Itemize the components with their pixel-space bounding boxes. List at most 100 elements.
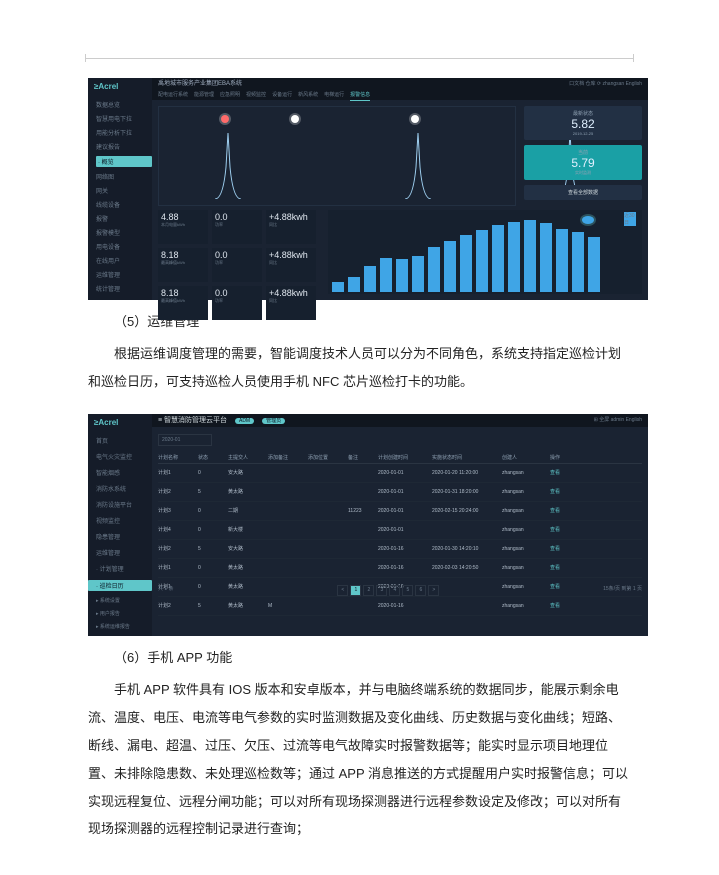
bar-chart: 近30日 [328, 210, 642, 294]
cell: 2020-01-31 18:20:00 [432, 489, 498, 495]
cell: 5 [198, 603, 224, 609]
page-button[interactable]: 3 [376, 585, 387, 596]
tab[interactable]: 电梯运行 [324, 90, 344, 100]
cell: 安大路 [228, 545, 264, 552]
bar [492, 225, 504, 292]
kpi-grid: 4.88本月电量kWh0.0功率+4.88kwh同比8.18最高峰值kWh0.0… [158, 210, 316, 320]
top-tabs: 配电运行系统能源管理应急照明视频监控设备运行新风系统电梯运行报警信息 [152, 90, 648, 100]
sidebar-item[interactable]: 用电设备 [96, 242, 152, 251]
cell: 5 [198, 489, 224, 495]
cell: 2020-01-16 [378, 565, 428, 571]
header-user-area[interactable]: ⊞ 全屏 admin English [594, 414, 642, 427]
cell: 2020-01-16 [378, 546, 428, 552]
cell: 0 [198, 508, 224, 514]
page-button[interactable]: > [428, 585, 439, 596]
tab[interactable]: 配电运行系统 [158, 90, 188, 100]
page-button[interactable]: < [337, 585, 348, 596]
section-6-body: 手机 APP 软件具有 IOS 版本和安卓版本，并与电脑终端系统的数据同步，能展… [88, 676, 631, 844]
table-row: 计划10安大路2020-01-012020-01-20 11:20:00zhan… [158, 464, 642, 483]
sidebar-item[interactable]: 用能分析下拉 [96, 128, 152, 137]
page-jump[interactable]: 15条/页 到第 1 页 [603, 585, 642, 596]
sidebar-item[interactable]: 数据总览 [96, 100, 152, 109]
sidebar-item[interactable]: ▸ 系统设置 [96, 597, 152, 604]
map-pin-icon[interactable] [221, 115, 229, 123]
col-header: 计划创建时间 [378, 454, 428, 461]
cell: zhangsan [502, 565, 546, 571]
sidebar-item[interactable]: 电气火灾监控 [96, 452, 152, 461]
table-header: 计划名称状态主提交人添加备注添加位置备注计划创建时间实施状态时间创建人操作 [158, 452, 642, 464]
tab[interactable]: 应急照明 [220, 90, 240, 100]
map-pin-icon[interactable] [291, 115, 299, 123]
view-link[interactable]: 查看 [550, 602, 578, 609]
cell: zhangsan [502, 546, 546, 552]
bar [396, 259, 408, 292]
sidebar: ≥Acrel 数据总览智慧用电下拉用能分析下拉建议报告 · 概览网络图网关线缆设备… [88, 78, 152, 300]
kpi-cell: +4.88kwh同比 [266, 286, 316, 320]
view-link[interactable]: 查看 [550, 507, 578, 514]
sidebar-item[interactable]: 统计管理 [96, 284, 152, 293]
sidebar-item[interactable]: 网络图 [96, 172, 152, 181]
sidebar-item[interactable]: · 概览 [96, 156, 152, 167]
kpi-cell: 0.0功率 [212, 248, 262, 282]
kpi-cell: 4.88本月电量kWh [158, 210, 208, 244]
bar [460, 235, 472, 292]
sidebar-item[interactable]: 运维管理 [96, 270, 152, 279]
tab[interactable]: 报警信息 [350, 90, 370, 101]
bar [588, 237, 600, 292]
tab[interactable]: 视频监控 [246, 90, 266, 100]
map-pin-icon[interactable] [411, 115, 419, 123]
bar [332, 282, 344, 292]
col-header: 创建人 [502, 454, 546, 461]
bar [572, 232, 584, 292]
kpi-cell: +4.88kwh同比 [266, 248, 316, 282]
app-header: ≡ 智慧消防管理云平台 ADM 管理员 ⊞ 全屏 admin English [152, 414, 648, 427]
tab[interactable]: 设备运行 [272, 90, 292, 100]
sidebar-item[interactable]: 隐患管理 [96, 532, 152, 541]
sidebar-item[interactable]: 首页 [96, 436, 152, 445]
sidebar-item[interactable]: · 计划管理 [96, 564, 152, 573]
page-button[interactable]: 6 [415, 585, 426, 596]
kpi-cell: 8.18最高峰值kWh [158, 248, 208, 282]
sidebar-item[interactable]: ▸ 用户报告 [96, 610, 152, 617]
sidebar-item[interactable]: 报警 [96, 214, 152, 223]
page-button[interactable]: 5 [402, 585, 413, 596]
col-header: 操作 [550, 454, 578, 461]
view-link[interactable]: 查看 [550, 488, 578, 495]
sidebar-item[interactable]: 智能烟感 [96, 468, 152, 477]
month-filter-input[interactable]: 2020-01 [158, 434, 212, 446]
page-button[interactable]: 2 [363, 585, 374, 596]
pagination[interactable]: 共 1 条 <123456> 15条/页 到第 1 页 [158, 585, 642, 596]
bar [556, 229, 568, 292]
view-link[interactable]: 查看 [550, 545, 578, 552]
view-link[interactable]: 查看 [550, 526, 578, 533]
sidebar-item[interactable]: ▸ 系统运维报告 [96, 623, 152, 630]
bar [428, 247, 440, 292]
sidebar-item[interactable]: · 巡检日历 [88, 580, 152, 591]
view-link[interactable]: 查看 [550, 469, 578, 476]
cell: 0 [198, 470, 224, 476]
cell: 黄太路 [228, 602, 264, 609]
kpi-cell: 0.0功率 [212, 210, 262, 244]
brand-logo: ≥Acrel [94, 82, 118, 91]
sidebar-item[interactable]: 消防水系统 [96, 484, 152, 493]
header-user-area[interactable]: 口文档 仓库 ⟳ zhangsan English [569, 78, 642, 90]
tab[interactable]: 新风系统 [298, 90, 318, 100]
app-title: 禹地城市服务产业集团EBA系统 [158, 81, 242, 87]
sidebar-item[interactable]: 运维管理 [96, 548, 152, 557]
view-link[interactable]: 查看 [550, 564, 578, 571]
sidebar-item[interactable]: 网关 [96, 186, 152, 195]
tab[interactable]: 能源管理 [194, 90, 214, 100]
col-header: 计划名称 [158, 454, 194, 461]
sidebar-item[interactable]: 智慧用电下拉 [96, 114, 152, 123]
page-button[interactable]: 4 [389, 585, 400, 596]
sidebar-item[interactable]: 视频监控 [96, 516, 152, 525]
sidebar-item[interactable]: 线缆设备 [96, 200, 152, 209]
sidebar-item[interactable]: 在线用户 [96, 256, 152, 265]
sidebar-item[interactable]: 报警模型 [96, 228, 152, 237]
sidebar-item[interactable]: 建议报告 [96, 142, 152, 151]
sidebar-item[interactable]: 消防设施平台 [96, 500, 152, 509]
view-all-button[interactable]: 查看全部数据 [524, 185, 642, 200]
table-row: 计划25黄太路M2020-01-16zhangsan查看 [158, 597, 642, 616]
stat-panels: 最新状态5.822019-12-25当前5.79实时监测查看全部数据 [524, 106, 642, 205]
page-button[interactable]: 1 [350, 585, 361, 596]
